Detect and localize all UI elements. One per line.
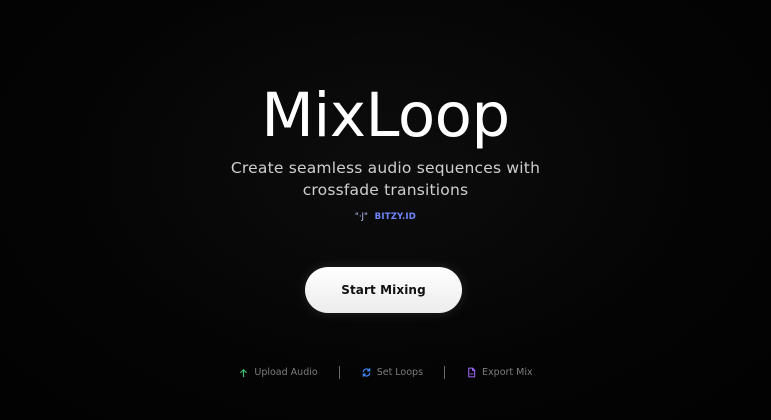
feature-label: Upload Audio	[254, 366, 318, 378]
app-subtitle: Create seamless audio sequences with cro…	[230, 159, 541, 199]
divider	[338, 365, 340, 379]
app-title: MixLoop	[261, 80, 510, 151]
brand-credit[interactable]: "·J" BITZY.ID	[0, 211, 771, 223]
feature-export-mix: Export Mix	[466, 367, 533, 378]
feature-upload-audio: Upload Audio	[238, 366, 318, 378]
feature-label: Export Mix	[482, 366, 533, 378]
landing-page: MixLoop Create seamless audio sequences …	[0, 0, 771, 420]
brand-logo-icon: "·J"	[354, 212, 368, 222]
start-mixing-button[interactable]: Start Mixing	[305, 267, 462, 313]
upload-icon	[240, 368, 248, 377]
feature-list: Upload Audio Set Loops Export Mix	[0, 364, 771, 380]
feature-label: Set Loops	[376, 366, 424, 378]
loop-icon	[362, 367, 371, 377]
divider	[444, 365, 446, 379]
feature-set-loops: Set Loops	[361, 367, 423, 378]
brand-name: BITZY.ID	[374, 212, 417, 222]
file-icon	[468, 367, 476, 377]
